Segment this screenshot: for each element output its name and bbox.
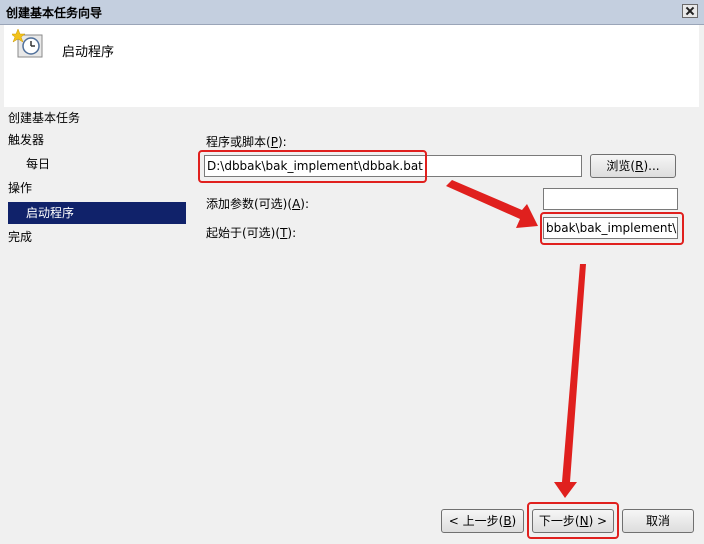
nav-item-create-basic-task[interactable]: 创建基本任务: [8, 107, 186, 129]
wizard-content: 程序或脚本(P): D:\dbbak\bak_implement\dbbak.b…: [186, 107, 699, 502]
nav-item-trigger[interactable]: 触发器: [8, 129, 186, 151]
program-label: 程序或脚本(P):: [206, 135, 287, 149]
program-input[interactable]: D:\dbbak\bak_implement\dbbak.bat: [204, 155, 582, 177]
window-title: 创建基本任务向导: [6, 6, 103, 20]
wizard-step-nav: 创建基本任务 触发器 每日 操作 启动程序 完成: [4, 107, 186, 534]
browse-button[interactable]: 浏览(R)...: [590, 154, 676, 178]
wizard-header: 启动程序: [4, 25, 699, 107]
back-button[interactable]: < 上一步(B): [441, 509, 524, 533]
start-in-label: 起始于(可选)(T):: [206, 226, 297, 240]
nav-item-daily[interactable]: 每日: [26, 153, 204, 175]
start-in-input[interactable]: bbak\bak_implement\: [543, 217, 678, 239]
close-icon[interactable]: [682, 4, 698, 18]
window-bottom-edge: [0, 534, 704, 544]
nav-item-start-program[interactable]: 启动程序: [8, 202, 186, 224]
clock-task-icon: [12, 29, 43, 58]
arguments-input[interactable]: [543, 188, 678, 210]
nav-item-action[interactable]: 操作: [8, 177, 186, 199]
cancel-button[interactable]: 取消: [622, 509, 694, 533]
arguments-label: 添加参数(可选)(A):: [206, 197, 310, 211]
wizard-window: 创建基本任务向导 启动程序 创建基本任务 触发器 每日 操作 启动程序 完成 程…: [0, 0, 704, 544]
title-bar[interactable]: 创建基本任务向导: [0, 0, 704, 25]
page-heading: 启动程序: [62, 45, 115, 60]
nav-item-finish[interactable]: 完成: [8, 226, 186, 248]
next-button[interactable]: 下一步(N) >: [532, 509, 614, 533]
